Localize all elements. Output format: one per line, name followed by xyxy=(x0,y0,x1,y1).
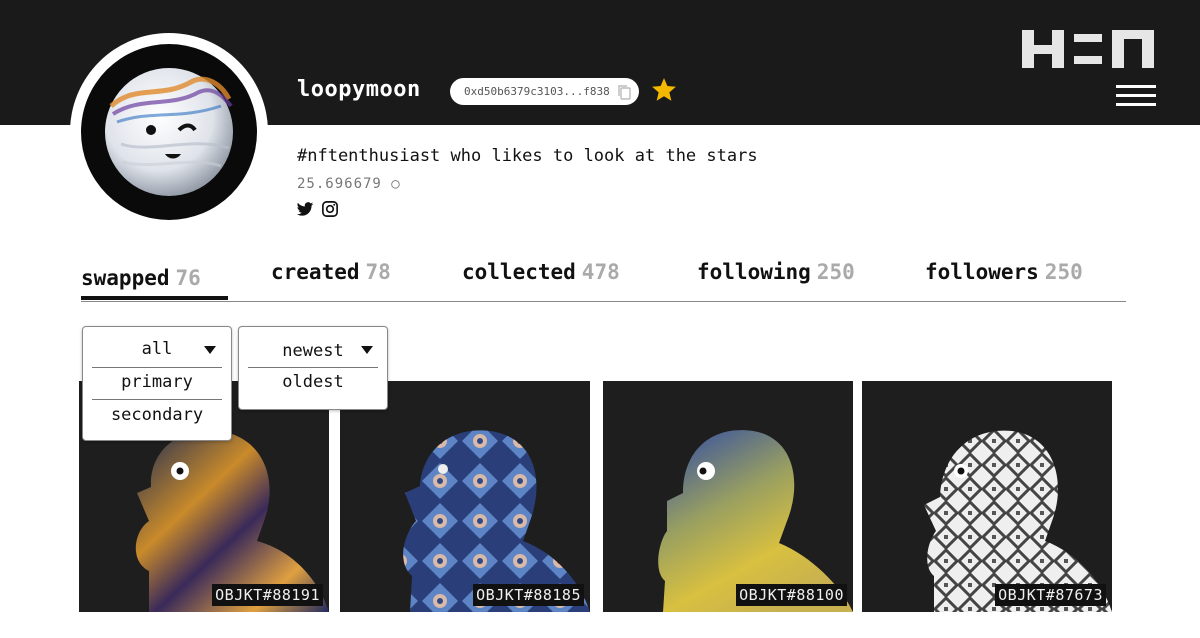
caret-down-icon[interactable] xyxy=(204,346,216,354)
tab-label: created xyxy=(271,260,360,284)
hamburger-icon[interactable] xyxy=(1116,85,1156,107)
dropdown-divider xyxy=(248,367,378,368)
objkt-id-label: OBJKT#87673 xyxy=(995,584,1106,606)
tab-label: collected xyxy=(462,260,576,284)
tab-label: followers xyxy=(925,260,1039,284)
tab-swapped[interactable]: swapped 76 xyxy=(81,266,201,290)
wallet-address-pill[interactable]: 0xd50b6379c3103...f838 xyxy=(450,78,639,105)
tab-count: 478 xyxy=(581,260,620,284)
type-filter-dropdown[interactable]: all primary secondary xyxy=(82,326,232,441)
objkt-id-label: OBJKT#88191 xyxy=(212,584,323,606)
profile-tabs: swapped 76 created 78 collected 478 followi… xyxy=(81,260,1126,302)
active-tab-indicator xyxy=(81,296,228,300)
tab-count: 78 xyxy=(365,260,391,284)
tab-count: 250 xyxy=(816,260,855,284)
copy-icon[interactable] xyxy=(616,84,632,100)
profile-bio: #nftenthusiast who likes to look at the … xyxy=(297,146,758,166)
tez-balance: 25.696679 ○ xyxy=(297,176,401,192)
dropdown-option-oldest[interactable]: oldest xyxy=(239,372,387,392)
username: loopymoon xyxy=(297,77,421,102)
tab-following[interactable]: following 250 xyxy=(697,260,855,284)
objkt-card[interactable]: OBJKT#88100 xyxy=(603,381,853,612)
tab-followers[interactable]: followers 250 xyxy=(925,260,1083,284)
objkt-id-label: OBJKT#88185 xyxy=(473,584,584,606)
instagram-icon[interactable] xyxy=(321,200,339,218)
objkt-card[interactable]: OBJKT#88185 xyxy=(340,381,590,612)
sort-dropdown[interactable]: newest oldest xyxy=(238,326,388,410)
dropdown-divider xyxy=(92,399,222,400)
avatar xyxy=(81,44,257,220)
tab-label: swapped xyxy=(81,266,170,290)
caret-down-icon[interactable] xyxy=(361,346,373,354)
objkt-id-label: OBJKT#88100 xyxy=(736,584,847,606)
twitter-icon[interactable] xyxy=(296,200,314,218)
tab-collected[interactable]: collected 478 xyxy=(462,260,620,284)
tab-count: 76 xyxy=(175,266,201,290)
star-icon[interactable] xyxy=(650,76,678,104)
dropdown-option-secondary[interactable]: secondary xyxy=(83,405,231,425)
tab-label: following xyxy=(697,260,811,284)
tab-created[interactable]: created 78 xyxy=(271,260,391,284)
objkt-card[interactable]: OBJKT#87673 xyxy=(862,381,1112,612)
tab-count: 250 xyxy=(1044,260,1083,284)
dropdown-divider xyxy=(92,367,222,368)
hic-et-nunc-logo[interactable] xyxy=(1022,30,1154,68)
dropdown-option-primary[interactable]: primary xyxy=(83,372,231,392)
